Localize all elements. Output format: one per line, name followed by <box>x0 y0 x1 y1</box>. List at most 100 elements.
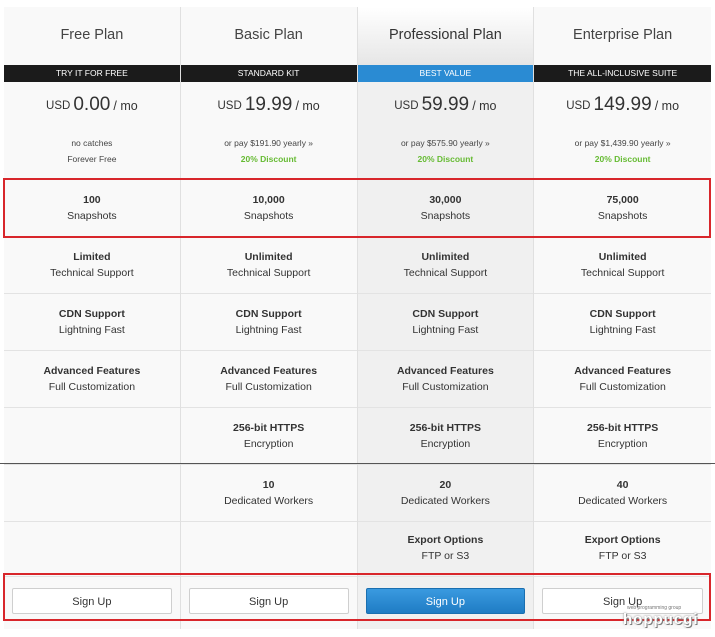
feature-https: 256-bit HTTPS Encryption <box>534 408 711 465</box>
feature-value: 30,000 <box>429 194 462 206</box>
feature-snapshots: 10,000 Snapshots <box>180 180 357 237</box>
feature-label: Lightning Fast <box>235 324 302 336</box>
price-currency: USD <box>566 100 591 112</box>
sign-up-button-free[interactable]: Sign Up <box>12 588 172 614</box>
pricing-table: Free Plan TRY IT FOR FREE USD 0.00 / mo … <box>4 7 711 629</box>
feature-value: CDN Support <box>589 308 656 320</box>
feature-label: Snapshots <box>597 210 648 222</box>
feature-snapshots: 100 Snapshots <box>4 180 180 237</box>
sign-up-button-professional[interactable]: Sign Up <box>365 588 526 614</box>
feature-label: Snapshots <box>243 210 294 222</box>
yearly-price-link[interactable]: or pay $1,439.90 yearly » <box>534 138 711 148</box>
feature-value: CDN Support <box>412 308 479 320</box>
discount-badge: 20% Discount <box>594 154 651 164</box>
plan-price-block: USD 59.99 / mo or pay $575.90 yearly » 2… <box>357 82 534 180</box>
yearly-price-link[interactable]: or pay $575.90 yearly » <box>358 138 534 148</box>
feature-label: Technical Support <box>580 267 665 279</box>
feature-workers: 10 Dedicated Workers <box>180 465 357 522</box>
discount-badge: 20% Discount <box>240 154 297 164</box>
price-currency: USD <box>46 100 71 112</box>
price-period: / mo <box>472 99 497 113</box>
feature-label: Encryption <box>597 438 648 450</box>
feature-label: FTP or S3 <box>421 550 470 562</box>
feature-value: Unlimited <box>598 251 647 263</box>
feature-cdn: CDN Support Lightning Fast <box>4 294 180 351</box>
feature-support: Unlimited Technical Support <box>357 237 534 294</box>
feature-value: CDN Support <box>235 308 302 320</box>
feature-export <box>4 520 180 577</box>
feature-cdn: CDN Support Lightning Fast <box>534 294 711 351</box>
price-currency: USD <box>394 100 419 112</box>
feature-advanced: Advanced Features Full Customization <box>357 351 534 408</box>
plan-banner: THE ALL-INCLUSIVE SUITE <box>534 65 711 82</box>
price-amount: 59.99 <box>421 94 470 115</box>
feature-label: Lightning Fast <box>58 324 125 336</box>
feature-value: CDN Support <box>58 308 125 320</box>
feature-advanced: Advanced Features Full Customization <box>534 351 711 408</box>
signup-cell: Sign Up <box>181 576 357 631</box>
feature-label: Full Customization <box>225 381 312 393</box>
feature-https <box>4 408 180 465</box>
price-subnote: Forever Free <box>67 154 117 164</box>
feature-value: Limited <box>73 251 111 263</box>
price-amount: 149.99 <box>593 94 652 115</box>
plan-price-block: USD 149.99 / mo or pay $1,439.90 yearly … <box>534 82 711 180</box>
feature-label: Full Customization <box>402 381 489 393</box>
feature-label: Snapshots <box>420 210 471 222</box>
discount-badge: 20% Discount <box>417 154 474 164</box>
price-amount: 0.00 <box>73 94 111 115</box>
feature-label: Dedicated Workers <box>578 495 668 507</box>
feature-label: Full Customization <box>579 381 666 393</box>
feature-support: Unlimited Technical Support <box>180 237 357 294</box>
feature-value: Unlimited <box>244 251 293 263</box>
feature-https: 256-bit HTTPS Encryption <box>180 408 357 465</box>
feature-label: Technical Support <box>403 267 488 279</box>
plan-name: Professional Plan <box>357 7 534 65</box>
feature-value: Advanced Features <box>574 365 672 377</box>
plan-price-block: USD 0.00 / mo no catches Forever Free <box>4 82 180 180</box>
feature-cdn: CDN Support Lightning Fast <box>357 294 534 351</box>
feature-label: Lightning Fast <box>412 324 479 336</box>
feature-https: 256-bit HTTPS Encryption <box>357 408 534 465</box>
feature-advanced: Advanced Features Full Customization <box>4 351 180 408</box>
price-currency: USD <box>217 100 242 112</box>
feature-cdn: CDN Support Lightning Fast <box>180 294 357 351</box>
plan-name: Free Plan <box>4 7 180 65</box>
feature-label: Encryption <box>420 438 471 450</box>
feature-export: Export Options FTP or S3 <box>357 520 534 577</box>
feature-workers: 40 Dedicated Workers <box>534 465 711 522</box>
feature-snapshots: 75,000 Snapshots <box>534 180 711 237</box>
feature-label: Lightning Fast <box>589 324 656 336</box>
feature-label: Dedicated Workers <box>400 495 490 507</box>
divider-line <box>0 463 715 464</box>
feature-value: Export Options <box>584 534 661 546</box>
plan-banner: BEST VALUE <box>357 65 534 82</box>
plan-column-basic: Basic Plan STANDARD KIT USD 19.99 / mo o… <box>180 7 358 631</box>
feature-workers: 20 Dedicated Workers <box>357 465 534 522</box>
price-period: / mo <box>295 99 320 113</box>
signup-cell: Sign Up <box>4 576 180 631</box>
feature-label: Dedicated Workers <box>224 495 314 507</box>
yearly-price-link[interactable]: or pay $191.90 yearly » <box>181 138 357 148</box>
feature-advanced: Advanced Features Full Customization <box>180 351 357 408</box>
feature-export <box>180 520 357 577</box>
feature-label: FTP or S3 <box>598 550 647 562</box>
feature-label: Technical Support <box>226 267 311 279</box>
plan-column-free: Free Plan TRY IT FOR FREE USD 0.00 / mo … <box>4 7 181 629</box>
feature-value: 40 <box>616 479 629 491</box>
feature-value: Unlimited <box>421 251 470 263</box>
feature-value: 10,000 <box>252 194 285 206</box>
feature-value: 20 <box>439 479 452 491</box>
feature-label: Technical Support <box>50 267 134 279</box>
signup-cell: Sign Up <box>358 576 534 631</box>
feature-value: Export Options <box>407 534 484 546</box>
watermark-subtext: web programming group <box>627 605 682 611</box>
sign-up-button-basic[interactable]: Sign Up <box>188 588 349 614</box>
feature-value: Advanced Features <box>43 365 141 377</box>
feature-value: 75,000 <box>606 194 639 206</box>
feature-value: 256-bit HTTPS <box>409 422 481 434</box>
plan-name: Enterprise Plan <box>534 7 711 65</box>
plan-price-block: USD 19.99 / mo or pay $191.90 yearly » 2… <box>180 82 357 180</box>
plan-column-professional: Professional Plan BEST VALUE USD 59.99 /… <box>357 7 535 631</box>
feature-value: 256-bit HTTPS <box>233 422 305 434</box>
